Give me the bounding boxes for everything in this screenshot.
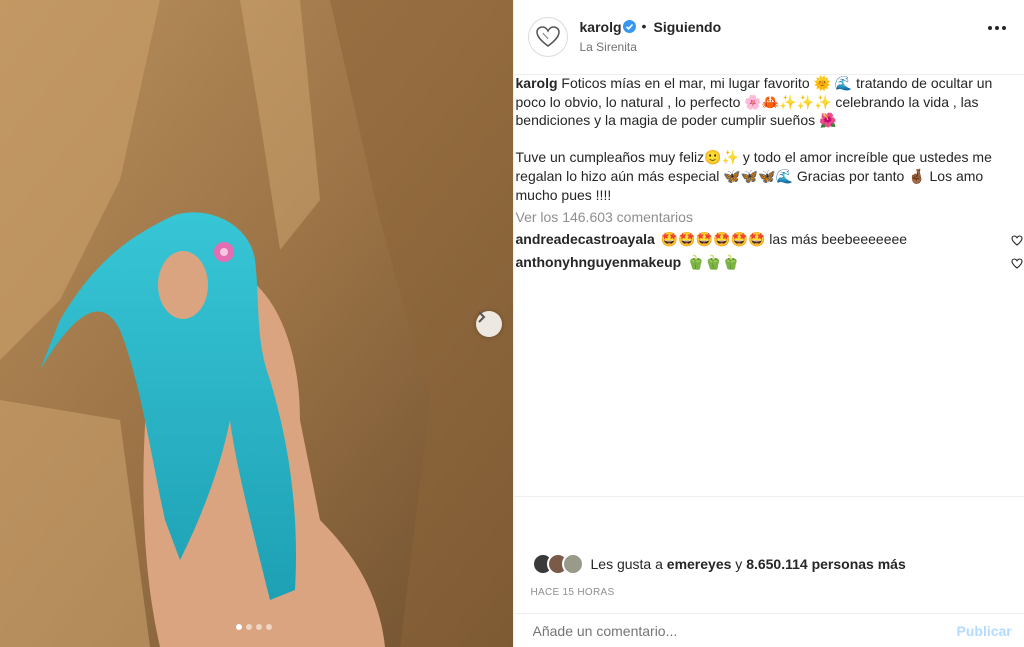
carousel-next-button[interactable] <box>476 311 502 337</box>
comment-item: andreadecastroayala 🤩🤩🤩🤩🤩🤩 las más beebee… <box>516 231 1016 248</box>
carousel-dot <box>256 624 262 630</box>
avatar[interactable] <box>527 17 568 57</box>
post-media[interactable] <box>0 0 513 647</box>
view-all-comments-link[interactable]: Ver los 146.603 comentarios <box>516 209 693 225</box>
post-timestamp[interactable]: HACE 15 HORAS <box>531 587 615 598</box>
location-link[interactable]: La Sirenita <box>580 40 637 54</box>
likes-connector: y <box>735 556 743 572</box>
caption-author[interactable]: karolg <box>516 75 558 91</box>
carousel-dot <box>236 624 242 630</box>
comment-username[interactable]: andreadecastroayala <box>516 231 655 247</box>
post-header: karolg • Siguiendo La Sirenita <box>513 0 1024 75</box>
following-button[interactable]: Siguiendo <box>654 19 722 35</box>
comment-username[interactable]: anthonyhnguyenmakeup <box>516 254 682 270</box>
header-separator: • <box>641 18 647 34</box>
comment-item: anthonyhnguyenmakeup 🫑🫑🫑 <box>516 254 1016 271</box>
likes-summary: Les gusta a emereyes y 8.650.114 persona… <box>531 553 906 575</box>
likes-prefix: Les gusta a <box>590 556 663 572</box>
carousel-dot <box>266 624 272 630</box>
add-comment-input[interactable] <box>530 622 935 640</box>
comment-text: 🫑🫑🫑 <box>687 254 740 270</box>
chevron-right-icon <box>478 311 486 323</box>
comment-like-icon[interactable] <box>1010 233 1023 251</box>
heart-outline-icon <box>535 26 560 47</box>
comment-text: 🤩🤩🤩🤩🤩🤩 las más beebeeeeeee <box>660 231 908 247</box>
post-author-username[interactable]: karolg <box>580 19 622 35</box>
more-options-icon[interactable] <box>987 26 1006 30</box>
carousel-dot <box>246 624 252 630</box>
divider <box>513 613 1024 614</box>
carousel-indicator <box>236 624 272 630</box>
liker-avatar[interactable] <box>561 553 584 575</box>
likes-count-link[interactable]: 8.650.114 personas más <box>746 556 906 572</box>
publish-button[interactable]: Publicar <box>957 623 1012 639</box>
post-photo <box>0 0 513 647</box>
caption-paragraph-1: karolg Foticos mías en el mar, mi lugar … <box>516 74 1011 130</box>
post-caption: karolg Foticos mías en el mar, mi lugar … <box>516 74 1011 204</box>
verified-badge-icon <box>622 20 636 38</box>
caption-text: Foticos mías en el mar, mi lugar favorit… <box>515 75 993 129</box>
comment-like-icon[interactable] <box>1010 256 1023 274</box>
caption-paragraph-2: Tuve un cumpleaños muy feliz🙂✨ y todo el… <box>515 149 992 203</box>
likes-user-link[interactable]: emereyes <box>667 556 732 572</box>
likes-text[interactable]: Les gusta a emereyes y 8.650.114 persona… <box>591 556 906 572</box>
post-side-panel: karolg • Siguiendo La Sirenita karolg Fo… <box>512 0 1024 647</box>
divider <box>513 496 1024 497</box>
post-container: karolg • Siguiendo La Sirenita karolg Fo… <box>0 0 1024 647</box>
